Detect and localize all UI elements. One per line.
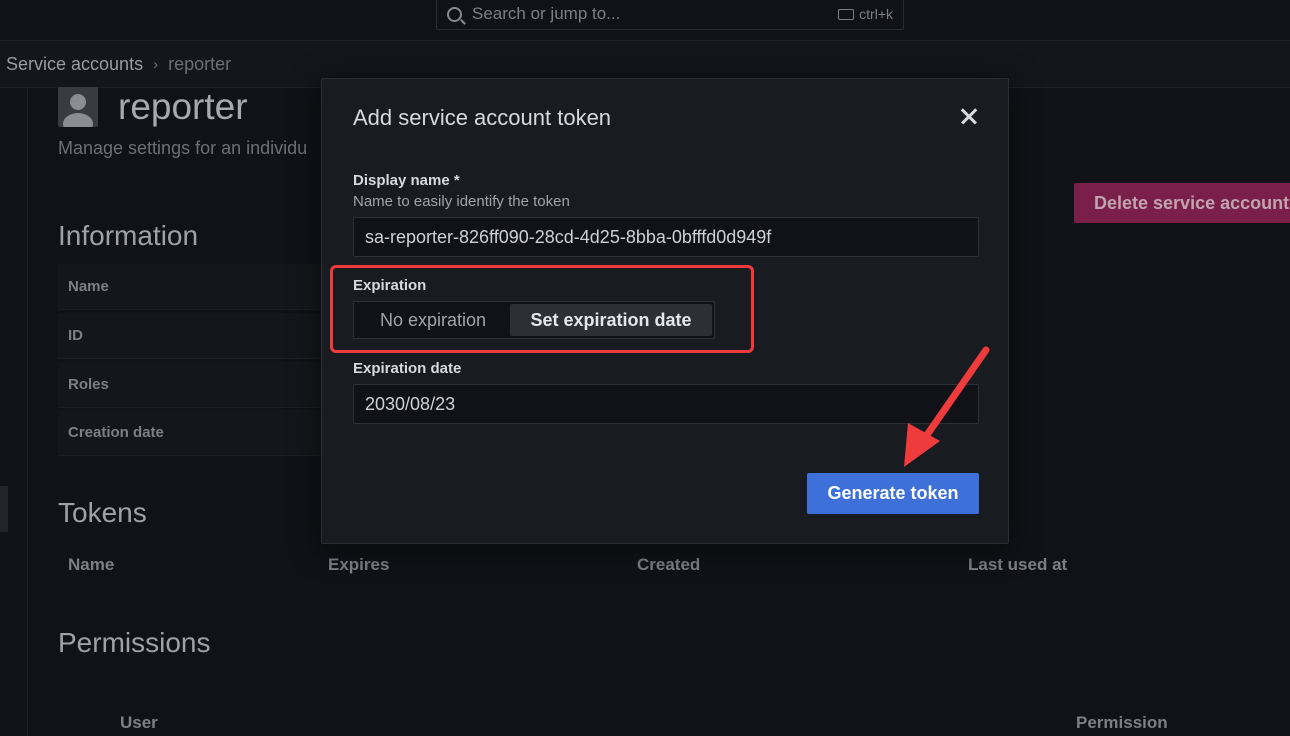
- tokens-col-expires: Expires: [328, 555, 390, 574]
- search-placeholder: Search or jump to...: [472, 4, 621, 23]
- tokens-heading: Tokens: [58, 497, 147, 528]
- add-token-modal: Add service account token Display name *…: [321, 78, 1009, 544]
- tokens-col-created: Created: [637, 555, 701, 574]
- permissions-col-user: User: [120, 713, 158, 732]
- top-bar: Search or jump to... ctrl+k: [0, 0, 1290, 40]
- display-name-description: Name to easily identify the token: [353, 193, 570, 210]
- search-bar[interactable]: Search or jump to... ctrl+k: [436, 0, 904, 30]
- close-icon[interactable]: [958, 105, 980, 127]
- info-row-id: ID: [58, 313, 328, 359]
- generate-token-button[interactable]: Generate token: [807, 473, 979, 514]
- delete-service-account-button[interactable]: Delete service account: [1074, 183, 1290, 223]
- no-expiration-option[interactable]: No expiration: [356, 304, 510, 336]
- side-rail-marker: [0, 486, 8, 532]
- set-expiration-date-option[interactable]: Set expiration date: [510, 304, 712, 336]
- user-avatar-icon: [58, 87, 98, 127]
- display-name-label: Display name *: [353, 172, 460, 189]
- information-heading: Information: [58, 220, 199, 251]
- expiration-label: Expiration: [353, 277, 427, 294]
- permissions-heading: Permissions: [58, 627, 211, 658]
- expiration-date-input[interactable]: [353, 384, 979, 424]
- tokens-col-name: Name: [68, 555, 115, 574]
- tokens-col-last-used: Last used at: [968, 555, 1068, 574]
- breadcrumb-current: reporter: [168, 53, 232, 74]
- expiration-radio-group: No expiration Set expiration date: [353, 301, 715, 339]
- info-row-roles: Roles: [58, 362, 328, 408]
- permissions-col-permission: Permission: [1076, 713, 1168, 732]
- keyboard-icon: [838, 8, 855, 20]
- info-row-name: Name: [58, 264, 328, 310]
- chevron-right-icon: ›: [153, 55, 159, 73]
- modal-title: Add service account token: [353, 105, 612, 130]
- page-header: reporter: [58, 86, 248, 128]
- expiration-date-label: Expiration date: [353, 360, 462, 377]
- shortcut-hint: ctrl+k: [838, 6, 893, 22]
- shortcut-text: ctrl+k: [859, 6, 893, 22]
- info-row-creation-date: Creation date: [58, 410, 328, 456]
- side-rail: [0, 88, 28, 736]
- display-name-input[interactable]: [353, 217, 979, 257]
- breadcrumb-service-accounts[interactable]: Service accounts: [6, 54, 143, 75]
- search-icon: [447, 6, 462, 22]
- page-title: reporter: [118, 86, 248, 127]
- page-subtitle: Manage settings for an individu: [58, 138, 308, 158]
